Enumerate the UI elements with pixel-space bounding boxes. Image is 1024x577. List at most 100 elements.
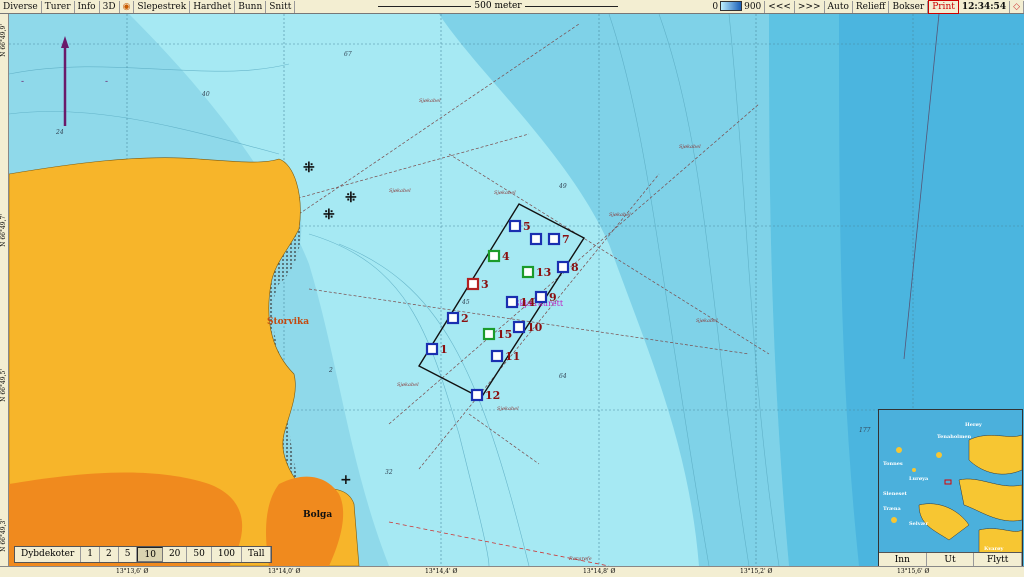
station-label: 4 [502,250,510,263]
cable-label: Sjøkabel [696,318,718,324]
depth-max: 900 [744,1,762,12]
minimap-map: Herøy Tenaholmen Tonnes Lurøya Sleneset … [879,410,1022,554]
menu-turer[interactable]: Turer [41,0,75,13]
sea-chart[interactable]: ⁜ ⁜ ⁜ + - - Storvika Bolga Skjæraurett S… [9,14,1024,566]
station-label: 3 [481,278,489,291]
nav-forward-button[interactable]: >>> [794,0,825,13]
move-button[interactable]: Flytt [974,553,1022,567]
station-label: 5 [523,220,531,233]
depth-label: 24 [55,129,64,136]
contour-option[interactable]: Tall [242,547,272,562]
bokser-button[interactable]: Bokser [889,0,929,13]
contour-option[interactable]: 50 [187,547,212,562]
cable-label: Sjøkabel [494,190,516,196]
lon-label: 13°15,6' Ø [897,568,930,575]
station-label: 10 [527,321,543,334]
relieff-button[interactable]: Relieff [852,0,890,13]
station-label: 9 [549,291,557,304]
lon-label: 13°13,6' Ø [116,568,149,575]
overview-minimap[interactable]: Herøy Tenaholmen Tonnes Lurøya Sleneset … [878,409,1023,568]
depth-label: 64 [559,373,567,380]
position-marker-icon: + [340,472,352,488]
menu-slepestrek[interactable]: Slepestrek [134,0,191,13]
place-bolga: Bolga [303,510,332,520]
station-marker[interactable] [487,249,501,263]
lat-label: N 66°49,5' [0,369,7,402]
nav-back-button[interactable]: <<< [765,0,795,13]
station-marker[interactable] [508,219,522,233]
minimap-place: Tenaholmen [937,434,972,440]
contour-option[interactable]: 100 [212,547,243,562]
auto-button[interactable]: Auto [824,0,853,13]
menu-info[interactable]: Info [74,0,100,13]
station-marker[interactable] [446,311,460,325]
zoom-in-button[interactable]: Inn [879,553,927,567]
menu-3d[interactable]: 3D [99,0,120,13]
depth-contour-selector: Dybdekoter 1 2 5 10 20 50 100 Tall [14,546,273,563]
dybdekoter-label: Dybdekoter [15,547,82,562]
contour-option[interactable]: 2 [100,547,119,562]
depth-gradient [720,1,743,11]
target-icon[interactable]: ◉ [119,0,135,13]
depth-label: 177 [859,427,871,434]
station-marker[interactable] [490,349,504,363]
menu-snitt[interactable]: Snitt [266,0,296,13]
compass-icon[interactable]: ◇ [1010,0,1024,13]
station-marker[interactable] [470,388,484,402]
contour-option[interactable]: 5 [119,547,138,562]
cable-label: Sjøkabel [397,382,419,388]
svg-text:-: - [105,77,108,87]
station-marker[interactable] [529,232,543,246]
depth-label: 49 [558,183,567,190]
pipeline-label: Rørgrøfe [568,556,592,562]
depth-label: 32 [385,469,393,476]
station-label: 12 [485,389,500,402]
station-marker[interactable] [466,277,480,291]
minimap-place: Herøy [965,422,983,428]
minimap-place: Træna [883,506,902,512]
station-label: 7 [562,233,570,246]
lon-label: 13°14,0' Ø [268,568,301,575]
scale-bar: 500 meter [378,0,618,13]
contour-option[interactable]: 20 [163,547,188,562]
cable-label: Sjøkabel [497,406,519,412]
clock: 12:34:54 [958,0,1011,13]
menu-bunn[interactable]: Bunn [235,0,267,13]
minimap-buttons: Inn Ut Flytt [879,552,1022,567]
print-button[interactable]: Print [928,0,959,14]
depth-range[interactable]: 0 900 [709,0,766,13]
contour-option-selected[interactable]: 10 [137,547,163,562]
lon-label: 13°14,4' Ø [425,568,458,575]
svg-text:-: - [21,77,24,87]
station-marker[interactable] [505,295,519,309]
station-marker[interactable] [547,232,561,246]
lat-label: N 66°49,7' [0,214,7,247]
depth-min: 0 [712,1,719,12]
depth-label: 2 [328,367,333,374]
minimap-place: Lurøya [909,476,929,482]
minimap-place: Selvær [909,521,928,527]
station-label: 8 [571,261,579,274]
menu-hardhet[interactable]: Hardhet [190,0,236,13]
station-marker[interactable] [556,260,570,274]
station-marker[interactable] [534,290,548,304]
wreck-icon: ⁜ [323,207,335,223]
station-marker[interactable] [482,327,496,341]
station-label: 13 [536,266,551,279]
zoom-out-button[interactable]: Ut [927,553,975,567]
station-label: 11 [505,350,520,363]
contour-option[interactable]: 1 [81,547,101,562]
longitude-ruler: 13°13,6' Ø 13°14,0' Ø 13°14,4' Ø 13°14,8… [0,566,1024,577]
station-marker[interactable] [425,342,439,356]
minimap-place: Tonnes [883,461,903,467]
station-label: 1 [440,343,448,356]
menu-diverse[interactable]: Diverse [0,0,42,13]
cable-label: Sjøkabel [609,212,631,218]
minimap-place: Sleneset [883,491,908,497]
lon-label: 13°14,8' Ø [583,568,616,575]
wreck-icon: ⁜ [303,160,315,176]
station-marker[interactable] [512,320,526,334]
latitude-ruler: N 66°49,9' N 66°49,7' N 66°49,5' N 66°49… [0,14,9,566]
cable-label: Sjøkabel [679,144,701,150]
station-marker[interactable] [521,265,535,279]
